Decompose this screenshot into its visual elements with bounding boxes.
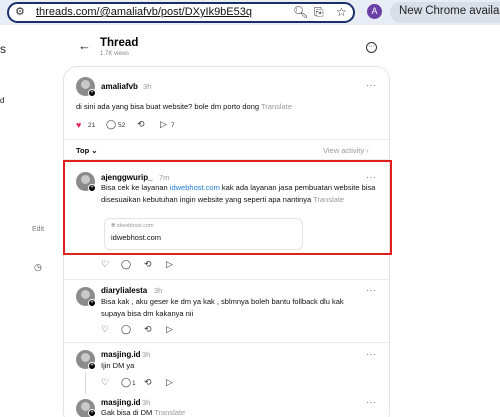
share-icon[interactable]: ▷ <box>166 377 173 388</box>
reply-more-icon[interactable]: ··· <box>366 349 377 359</box>
highlight-box <box>63 160 392 255</box>
like-icon[interactable]: ♡ <box>101 377 109 388</box>
divider <box>64 279 389 280</box>
address-bar[interactable]: ⚙ threads.com/@amaliafvb/post/DXyIk9bE53… <box>7 2 355 23</box>
translate-link[interactable]: Translate <box>154 408 185 417</box>
repost-icon[interactable]: ⟲ <box>144 324 152 335</box>
more-options-icon[interactable]: ··· <box>366 42 377 53</box>
reply-username[interactable]: masjing.id <box>101 350 141 359</box>
follow-plus-icon[interactable]: + <box>88 409 96 417</box>
share-icon[interactable]: ▷ <box>166 324 173 335</box>
follow-plus-icon[interactable]: + <box>88 299 96 307</box>
reply-username[interactable]: masjing.id <box>101 398 141 407</box>
bookmark-star-icon[interactable]: ☆ <box>336 5 347 19</box>
view-activity-link[interactable]: View activity › <box>323 146 369 155</box>
follow-plus-icon[interactable]: + <box>88 89 96 97</box>
follow-plus-icon[interactable]: + <box>88 362 96 370</box>
reply-more-icon[interactable]: ··· <box>366 397 377 407</box>
post-username[interactable]: amaliafvb <box>101 82 138 91</box>
comment-icon[interactable]: ◯ <box>121 377 131 388</box>
profile-avatar[interactable]: A <box>367 4 382 19</box>
back-arrow-icon[interactable]: ← <box>78 38 91 53</box>
post-more-icon[interactable]: ··· <box>366 80 377 90</box>
thread-connector <box>85 372 86 394</box>
divider <box>64 139 389 140</box>
sort-dropdown[interactable]: Top ⌄ <box>76 146 98 155</box>
like-icon[interactable]: ♡ <box>101 324 109 335</box>
repost-icon[interactable]: ⟲ <box>137 119 145 130</box>
translate-link[interactable]: Translate <box>261 102 292 111</box>
install-app-icon[interactable]: ⎘ <box>314 5 324 20</box>
chrome-update-button[interactable]: New Chrome available <box>390 2 500 23</box>
sidebar-fragment-mid: d <box>0 96 5 105</box>
reply-username[interactable]: diarylialesta <box>101 286 147 295</box>
like-icon[interactable]: ♡ <box>101 259 109 270</box>
sidebar-fragment-top: s <box>0 42 6 56</box>
post-text: di sini ada yang bisa buat website? bole… <box>76 102 292 111</box>
reply-time: 3h <box>142 350 151 359</box>
history-icon[interactable]: ◷ <box>34 262 42 273</box>
page-title: Thread <box>100 37 139 49</box>
reply-text: Gak bisa di DM Translate <box>101 408 186 417</box>
reply-time: 3h <box>142 398 151 407</box>
browser-toolbar: ⚙ threads.com/@amaliafvb/post/DXyIk9bE53… <box>0 0 500 25</box>
share-icon[interactable]: ▷ <box>166 259 173 270</box>
like-heart-icon[interactable]: ♥ <box>76 120 81 130</box>
comment-icon[interactable]: ◯ <box>121 324 131 335</box>
share-icon[interactable]: ▷ <box>160 119 167 130</box>
view-count: 1.7K views <box>100 51 130 57</box>
like-count: 21 <box>88 122 96 129</box>
reply-text: Bisa kak , aku geser ke dm ya kak , sblm… <box>101 297 344 318</box>
sidebar-edit-link[interactable]: Edit <box>32 226 44 233</box>
comment-icon[interactable]: ◯ <box>121 259 131 270</box>
comment-count: 1 <box>132 380 136 387</box>
comment-icon[interactable]: ◯ <box>106 119 116 130</box>
divider <box>64 342 389 343</box>
reply-text: Ijin DM ya <box>101 361 135 370</box>
post-time: 3h <box>143 82 152 91</box>
zoom-icon[interactable]: 🔍︎ <box>293 5 308 19</box>
site-settings-icon[interactable]: ⚙ <box>15 5 29 21</box>
repost-icon[interactable]: ⟲ <box>144 259 152 270</box>
reply-time: 3h <box>154 286 163 295</box>
share-count: 7 <box>171 122 175 129</box>
comment-count: 52 <box>118 122 126 129</box>
reply-more-icon[interactable]: ··· <box>366 285 377 295</box>
repost-icon[interactable]: ⟲ <box>144 377 152 388</box>
url-text[interactable]: threads.com/@amaliafvb/post/DXyIk9bE53q <box>36 6 252 18</box>
